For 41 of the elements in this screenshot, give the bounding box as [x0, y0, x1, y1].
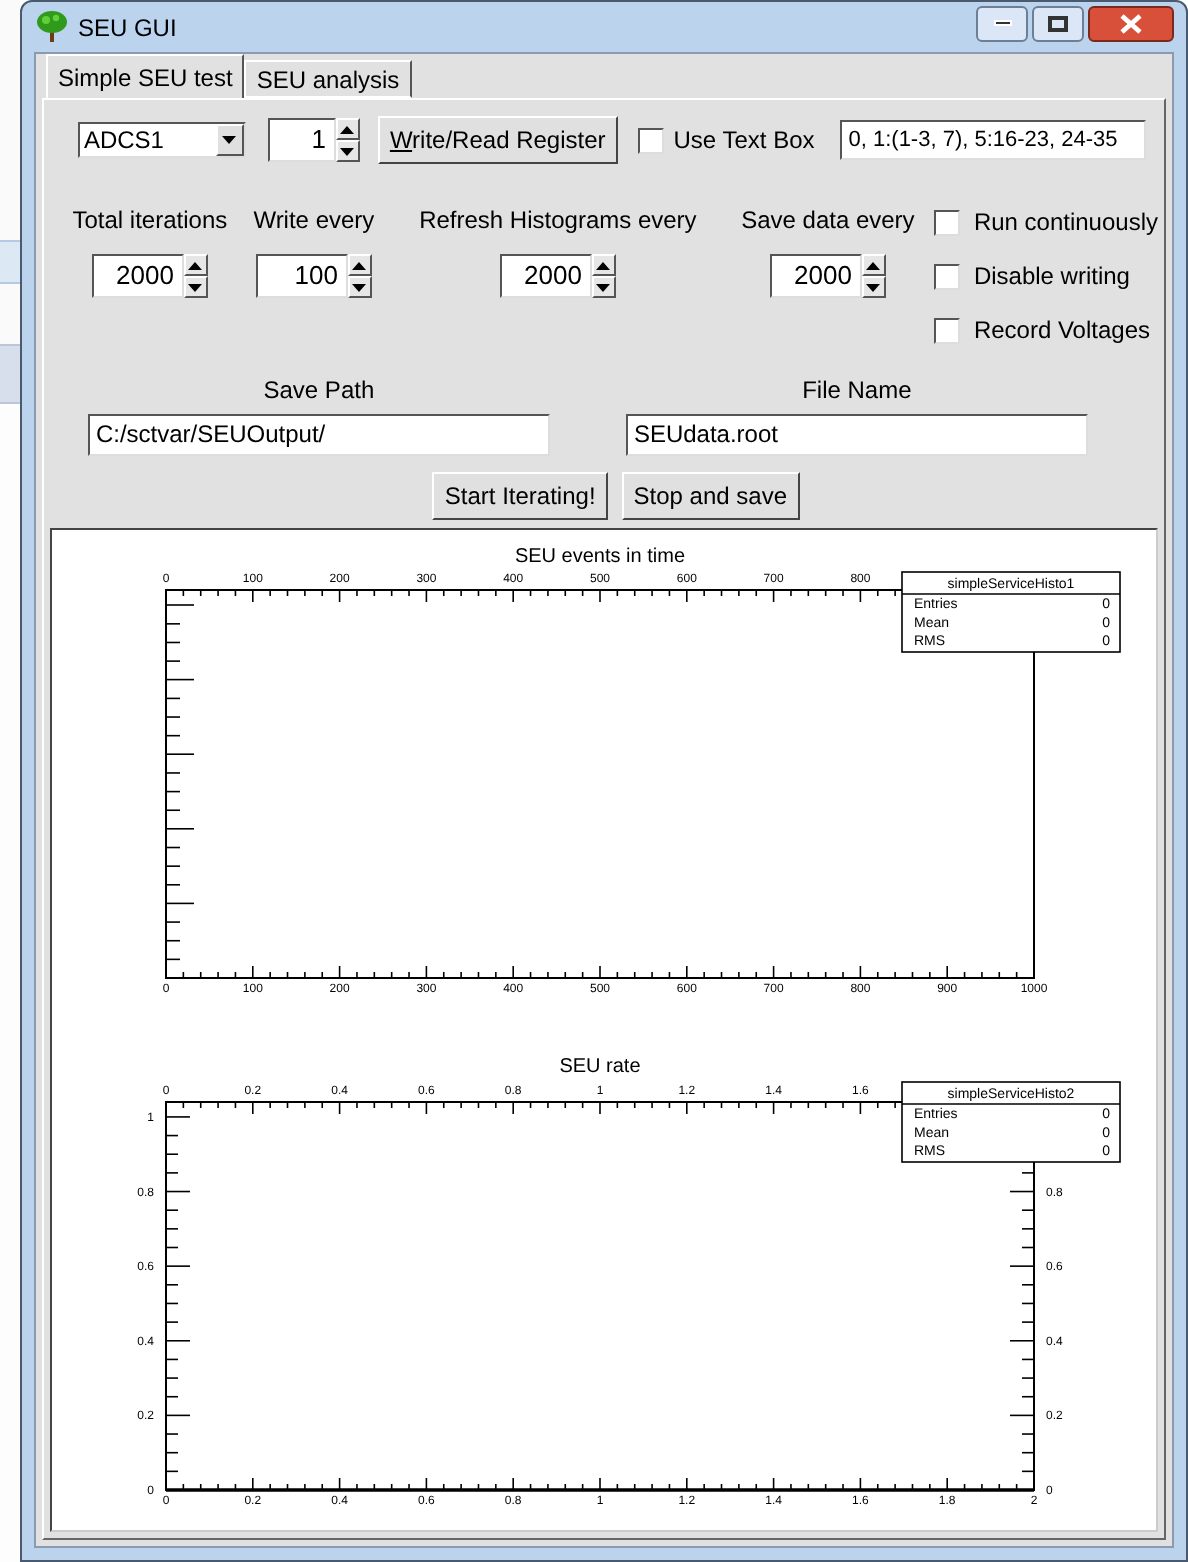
setting-label: Total iterations	[72, 204, 228, 238]
text-field[interactable]: C:/sctvar/SEUOutput/	[87, 414, 550, 456]
close-icon	[1120, 13, 1142, 33]
spin-arrows-icon[interactable]	[335, 118, 360, 162]
setting-spinner[interactable]: 2000	[769, 254, 862, 298]
push-button[interactable]: Stop and save	[621, 472, 800, 520]
text-field[interactable]: SEUdata.root	[625, 414, 1088, 456]
push-button[interactable]: Write/Read Register	[377, 116, 618, 164]
field-label: File Name	[802, 374, 912, 408]
push-button[interactable]: Start Iterating!	[432, 472, 608, 520]
spin-arrows-icon[interactable]	[347, 254, 372, 298]
setting-label: Save data every	[741, 204, 915, 238]
chart-title: SEU events in time	[514, 546, 685, 568]
spin-arrows-icon[interactable]	[861, 254, 886, 298]
setting-spinner[interactable]: 2000	[499, 254, 592, 298]
setting-spinner[interactable]: 2000	[91, 254, 184, 298]
setting-label: Write every	[253, 204, 375, 238]
checkbox[interactable]	[637, 127, 664, 153]
field-label: Save Path	[263, 374, 375, 408]
window-title: SEU GUI	[77, 11, 177, 45]
checkbox[interactable]	[933, 209, 960, 235]
spin-arrows-icon[interactable]	[183, 254, 208, 298]
tab[interactable]: SEU analysis	[244, 60, 412, 98]
checkbox-label: Use Text Box	[673, 124, 815, 158]
setting-label: Refresh Histograms every	[419, 204, 697, 238]
channels-field[interactable]: 0, 1:(1-3, 7), 5:16-23, 24-35	[840, 120, 1147, 160]
tab[interactable]: Simple SEU test	[45, 54, 245, 98]
checkbox-label: Disable writing	[973, 260, 1130, 294]
maximize-button[interactable]	[1032, 5, 1084, 41]
register-dropdown[interactable]: ADCS1	[77, 122, 246, 158]
checkbox-label: Record Voltages	[973, 314, 1150, 348]
checkbox[interactable]	[933, 263, 960, 289]
checkbox[interactable]	[933, 317, 960, 343]
checkbox-label: Run continuously	[973, 206, 1158, 240]
spin-arrows-icon[interactable]	[591, 254, 616, 298]
setting-spinner[interactable]: 100	[255, 254, 348, 298]
register-spinner[interactable]: 1	[267, 118, 336, 162]
tree-icon	[35, 10, 68, 44]
minimize-button[interactable]	[976, 5, 1028, 41]
chart-title: SEU rate	[559, 1056, 641, 1078]
close-button[interactable]	[1088, 5, 1174, 41]
